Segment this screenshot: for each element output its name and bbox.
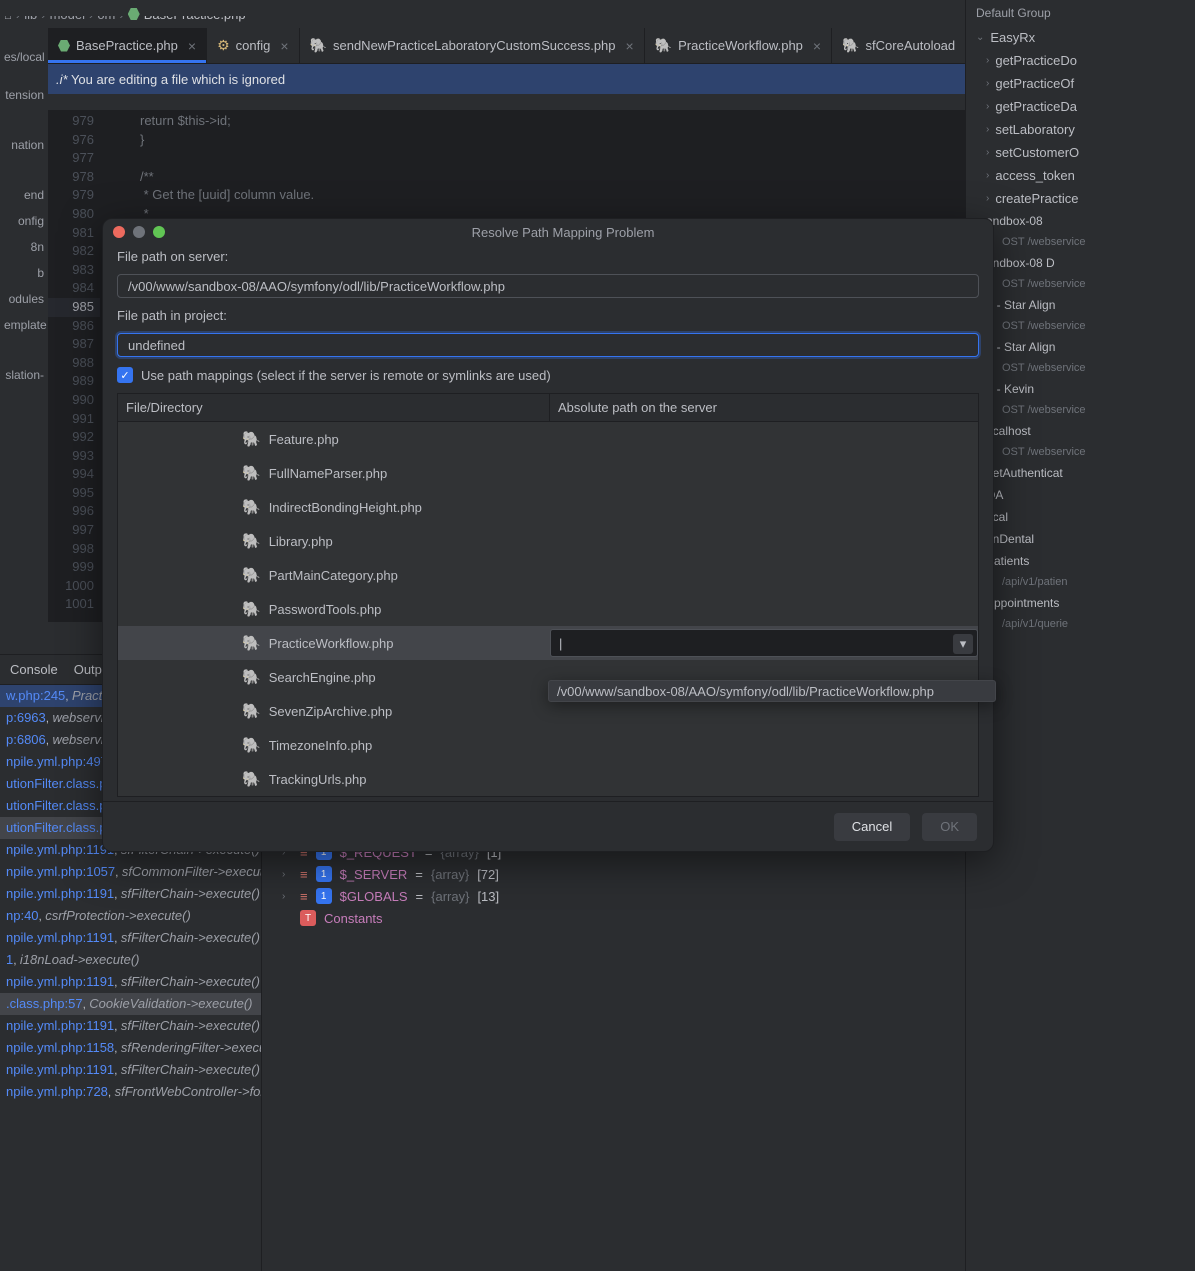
stack-frame[interactable]: 1, i18nLoad->execute() xyxy=(0,949,261,971)
mapping-row[interactable]: 🐘IndirectBondingHeight.php xyxy=(118,490,978,524)
server-node[interactable]: Appointments xyxy=(966,592,1195,614)
stack-frame[interactable]: np:40, csrfProtection->execute() xyxy=(0,905,261,927)
mapping-row[interactable]: 🐘TrackingUrls.php xyxy=(118,762,978,796)
dropdown-icon[interactable]: ▾ xyxy=(953,634,973,654)
server-node[interactable]: ocal xyxy=(966,506,1195,528)
tab-practiceworkflow-php[interactable]: 🐘PracticeWorkflow.php× xyxy=(645,28,832,63)
console-tab-console[interactable]: Console xyxy=(10,662,58,677)
php-file-icon: 🐘 xyxy=(242,736,261,754)
php-file-icon: 🐘 xyxy=(242,566,261,584)
use-path-mappings-checkbox[interactable]: ✓ xyxy=(117,367,133,383)
php-file-icon: 🐘 xyxy=(242,634,261,652)
php-file-icon: 🐘 xyxy=(310,37,327,54)
left-tool-strip: es/localtensionnationendonfig8nbodulesem… xyxy=(0,44,48,624)
server-node[interactable]: getAuthenticat xyxy=(966,462,1195,484)
variable-row[interactable]: ›≡1$GLOBALS={array}[13] xyxy=(262,885,965,907)
server-node[interactable]: Patients xyxy=(966,550,1195,572)
php-file-icon: 🐘 xyxy=(655,37,672,54)
server-node[interactable]: ocalhost xyxy=(966,420,1195,442)
server-node[interactable]: enDental xyxy=(966,528,1195,550)
api-node[interactable]: ›setCustomerO xyxy=(966,141,1195,164)
resolve-path-mapping-dialog: Resolve Path Mapping Problem File path o… xyxy=(102,218,994,852)
config-icon: ⚙ xyxy=(217,37,230,54)
php-file-icon: 🐘 xyxy=(242,600,261,618)
server-node[interactable]: andbox-08 xyxy=(966,210,1195,232)
close-tab-icon[interactable]: × xyxy=(280,38,288,54)
api-node[interactable]: ›createPractice xyxy=(966,187,1195,210)
mapping-row[interactable]: 🐘FullNameParser.php xyxy=(118,456,978,490)
stack-frame[interactable]: npile.yml.php:1191, sfFilterChain->execu… xyxy=(0,971,261,993)
mapping-row[interactable]: 🐘PartMainCategory.php xyxy=(118,558,978,592)
project-path-field[interactable]: undefined xyxy=(117,333,979,357)
tab-sfcoreautoload[interactable]: 🐘sfCoreAutoload× xyxy=(832,28,984,63)
close-icon[interactable] xyxy=(113,226,125,238)
api-node[interactable]: ›getPracticeDo xyxy=(966,49,1195,72)
php-class-icon xyxy=(58,40,70,52)
php-file-icon: 🐘 xyxy=(842,37,859,54)
minimize-icon[interactable] xyxy=(133,226,145,238)
close-tab-icon[interactable]: × xyxy=(188,38,196,54)
close-tab-icon[interactable]: × xyxy=(626,38,634,54)
php-file-icon: 🐘 xyxy=(242,430,261,448)
php-file-icon: 🐘 xyxy=(242,770,261,788)
php-file-icon: 🐘 xyxy=(242,702,261,720)
php-file-icon: 🐘 xyxy=(242,498,261,516)
tab-basepractice-php[interactable]: BasePractice.php× xyxy=(48,28,207,63)
ok-button[interactable]: OK xyxy=(922,813,977,841)
cancel-button[interactable]: Cancel xyxy=(834,813,910,841)
server-path-input[interactable]: |▾ xyxy=(550,629,978,657)
stack-frame[interactable]: npile.yml.php:1191, sfFilterChain->execu… xyxy=(0,1015,261,1037)
api-node[interactable]: ›getPracticeDa xyxy=(966,95,1195,118)
php-file-icon: 🐘 xyxy=(242,464,261,482)
stack-frame[interactable]: .class.php:57, CookieValidation->execute… xyxy=(0,993,261,1015)
stack-frame[interactable]: npile.yml.php:728, sfFrontWebController-… xyxy=(0,1081,261,1103)
variable-row[interactable]: ›≡1$_SERVER={array}[72] xyxy=(262,863,965,885)
php-file-icon: 🐘 xyxy=(242,668,261,686)
server-node[interactable]: A - Star Align xyxy=(966,336,1195,358)
right-panel: Default Group ⌄EasyRx ›getPracticeDo›get… xyxy=(965,0,1195,1271)
mapping-row[interactable]: 🐘SevenZipArchive.php xyxy=(118,694,978,728)
zoom-icon[interactable] xyxy=(153,226,165,238)
mapping-row[interactable]: 🐘TimezoneInfo.php xyxy=(118,728,978,762)
close-tab-icon[interactable]: × xyxy=(813,38,821,54)
stack-frame[interactable]: npile.yml.php:1057, sfCommonFilter->exec… xyxy=(0,861,261,883)
server-node[interactable]: QA xyxy=(966,484,1195,506)
mapping-row[interactable]: 🐘Library.php xyxy=(118,524,978,558)
mapping-row[interactable]: 🐘SearchEngine.php xyxy=(118,660,978,694)
mapping-row[interactable]: 🐘PasswordTools.php xyxy=(118,592,978,626)
server-path-field[interactable]: /v00/www/sandbox-08/AAO/symfony/odl/lib/… xyxy=(117,274,979,298)
stack-frame[interactable]: npile.yml.php:1191, sfFilterChain->execu… xyxy=(0,883,261,905)
server-node[interactable]: A - Star Align xyxy=(966,294,1195,316)
api-node[interactable]: ›access_token xyxy=(966,164,1195,187)
tab-sendnewpracticelaboratorycustomsuccess-php[interactable]: 🐘sendNewPracticeLaboratoryCustomSuccess.… xyxy=(300,28,645,63)
server-node[interactable]: andbox-08 D xyxy=(966,252,1195,274)
mapping-row[interactable]: 🐘PracticeWorkflow.php|▾ xyxy=(118,626,978,660)
variable-row[interactable]: TConstants xyxy=(262,907,965,929)
stack-frame[interactable]: npile.yml.php:1191, sfFilterChain->execu… xyxy=(0,927,261,949)
stack-frame[interactable]: npile.yml.php:1191, sfFilterChain->execu… xyxy=(0,1059,261,1081)
tab-config[interactable]: ⚙config× xyxy=(207,28,299,63)
server-node[interactable]: A - Kevin xyxy=(966,378,1195,400)
api-node[interactable]: ›setLaboratory xyxy=(966,118,1195,141)
mapping-row[interactable]: 🐘Feature.php xyxy=(118,422,978,456)
stack-frame[interactable]: npile.yml.php:1158, sfRenderingFilter->e… xyxy=(0,1037,261,1059)
php-file-icon: 🐘 xyxy=(242,532,261,550)
api-node[interactable]: ›getPracticeOf xyxy=(966,72,1195,95)
